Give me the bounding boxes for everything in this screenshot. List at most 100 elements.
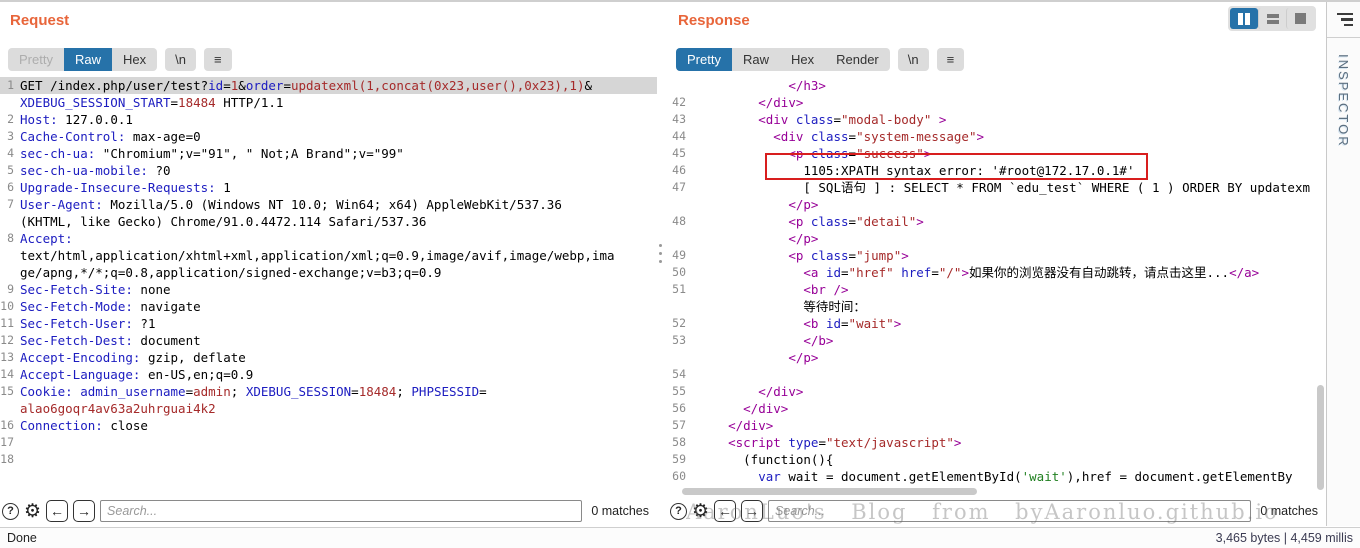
settings-gear-icon[interactable]: ⚙ (692, 502, 709, 521)
line-number (668, 298, 688, 315)
help-icon[interactable]: ? (2, 502, 19, 520)
code-line: 7 User-Agent: Mozilla/5.0 (Windows NT 10.… (0, 196, 657, 213)
line-number: 1 (7, 78, 14, 92)
line-number: 16 (0, 418, 14, 432)
rows-icon (1266, 13, 1279, 24)
next-match-button[interactable]: → (741, 500, 764, 522)
code-text: GET /index.php/user/test?id=1&order=upda… (20, 78, 593, 93)
code-text: Accept-Encoding: gzip, deflate (20, 350, 246, 365)
response-search-input[interactable] (768, 500, 1252, 522)
line-number: 45 (672, 146, 686, 160)
tab-pretty[interactable]: Pretty (8, 48, 64, 71)
code-line: 13 Accept-Encoding: gzip, deflate (0, 349, 657, 366)
code-text: <p class="jump"> (788, 248, 909, 263)
newline-toggle-button[interactable]: \n (897, 48, 929, 71)
code-text: Accept: (20, 231, 73, 246)
code-line: 42 </div> (668, 94, 1326, 111)
code-text: Accept-Language: en-US,en;q=0.9 (20, 367, 254, 382)
code-line: 5 sec-ch-ua-mobile: ?0 (0, 162, 657, 179)
line-number: 57 (672, 418, 686, 432)
horizontal-scrollbar[interactable] (682, 488, 977, 495)
editor-menu-icon[interactable]: ≡ (936, 48, 965, 71)
code-text: (KHTML, like Gecko) Chrome/91.0.4472.114… (20, 214, 427, 229)
line-number: 11 (0, 316, 14, 330)
line-number: 51 (672, 282, 686, 296)
line-number: 49 (672, 248, 686, 262)
code-line: 4 sec-ch-ua: "Chromium";v="91", " Not;A B… (0, 145, 657, 162)
code-text: <div class="modal-body" > (758, 112, 947, 127)
code-line: 56 </div> (668, 400, 1326, 417)
inspector-collapse-icon[interactable] (1327, 2, 1360, 38)
layout-columns-button[interactable] (1230, 8, 1258, 29)
request-view-tabs: Pretty Raw Hex (8, 48, 158, 71)
code-text: Host: 127.0.0.1 (20, 112, 133, 127)
code-text: ge/apng,*/*;q=0.8,application/signed-exc… (20, 265, 442, 280)
code-line: 10 Sec-Fetch-Mode: navigate (0, 298, 657, 315)
code-line: XDEBUG_SESSION_START=18484 HTTP/1.1 (0, 94, 657, 111)
code-line: ge/apng,*/*;q=0.8,application/signed-exc… (0, 264, 657, 281)
code-line: 12 Sec-Fetch-Dest: document (0, 332, 657, 349)
tab-hex[interactable]: Hex (779, 48, 826, 71)
code-text: Sec-Fetch-Mode: navigate (20, 299, 201, 314)
tab-raw[interactable]: Raw (731, 48, 780, 71)
line-number: 55 (672, 384, 686, 398)
layout-single-button[interactable] (1286, 8, 1314, 29)
response-search-bar: ? ⚙ ← → 0 matches (670, 499, 1322, 523)
code-text: </b> (803, 333, 834, 348)
line-number (0, 213, 16, 230)
request-search-input[interactable] (100, 500, 583, 522)
inspector-tab[interactable]: INSPECTOR (1336, 54, 1351, 148)
code-line: </p> (668, 349, 1326, 366)
code-text: alao6goqr4av63a2uhrguai4k2 (20, 401, 216, 416)
editor-menu-icon[interactable]: ≡ (203, 48, 232, 71)
single-pane-icon (1295, 13, 1306, 24)
response-match-count: 0 matches (1260, 504, 1318, 518)
newline-toggle-button[interactable]: \n (165, 48, 196, 71)
line-number: 43 (672, 112, 686, 126)
line-number: 56 (672, 401, 686, 415)
annotation-box (765, 153, 1148, 180)
line-number: 8 (7, 231, 14, 245)
vertical-scrollbar[interactable] (1317, 385, 1324, 490)
layout-rows-button[interactable] (1258, 8, 1286, 29)
code-line: 11 Sec-Fetch-User: ?1 (0, 315, 657, 332)
line-number: 5 (7, 163, 14, 177)
line-number: 9 (7, 282, 14, 296)
help-icon[interactable]: ? (670, 502, 687, 520)
code-text: User-Agent: Mozilla/5.0 (Windows NT 10.0… (20, 197, 562, 212)
line-number: 3 (7, 129, 14, 143)
next-match-button[interactable]: → (73, 500, 96, 522)
code-line: 47 [ SQL语句 ] : SELECT * FROM `edu_test` … (668, 179, 1326, 196)
line-number: 4 (7, 146, 14, 160)
line-number: 10 (0, 299, 14, 313)
response-editor[interactable]: </h3> 42 </div> 43 <div class="modal-body"… (668, 77, 1326, 492)
code-text: (function(){ (698, 452, 834, 467)
code-line: 18 (0, 451, 657, 468)
code-line: 44 <div class="system-message"> (668, 128, 1326, 145)
panel-splitter-handle[interactable] (659, 244, 662, 263)
settings-gear-icon[interactable]: ⚙ (24, 502, 41, 521)
code-text: </div> (728, 418, 774, 433)
tab-raw[interactable]: Raw (63, 48, 112, 71)
line-number (0, 247, 16, 264)
tab-render[interactable]: Render (825, 48, 890, 71)
status-done-label: Done (7, 531, 37, 545)
code-line: 8 Accept: (0, 230, 657, 247)
status-bar: Done 3,465 bytes | 4,459 millis (0, 527, 1360, 548)
prev-match-button[interactable]: ← (714, 500, 737, 522)
code-text: Connection: close (20, 418, 148, 433)
tab-hex[interactable]: Hex (111, 48, 158, 71)
tab-pretty[interactable]: Pretty (676, 48, 732, 71)
code-line: 3 Cache-Control: max-age=0 (0, 128, 657, 145)
line-number: 15 (0, 384, 14, 398)
line-number: 53 (672, 333, 686, 347)
line-number: 17 (0, 435, 14, 449)
response-panel-title: Response (678, 12, 750, 29)
line-number: 59 (672, 452, 686, 466)
request-editor[interactable]: 1 GET /index.php/user/test?id=1&order=upd… (0, 77, 657, 492)
code-text: <div class="system-message"> (773, 129, 985, 144)
code-line: 17 (0, 434, 657, 451)
prev-match-button[interactable]: ← (46, 500, 69, 522)
code-line: 2 Host: 127.0.0.1 (0, 111, 657, 128)
